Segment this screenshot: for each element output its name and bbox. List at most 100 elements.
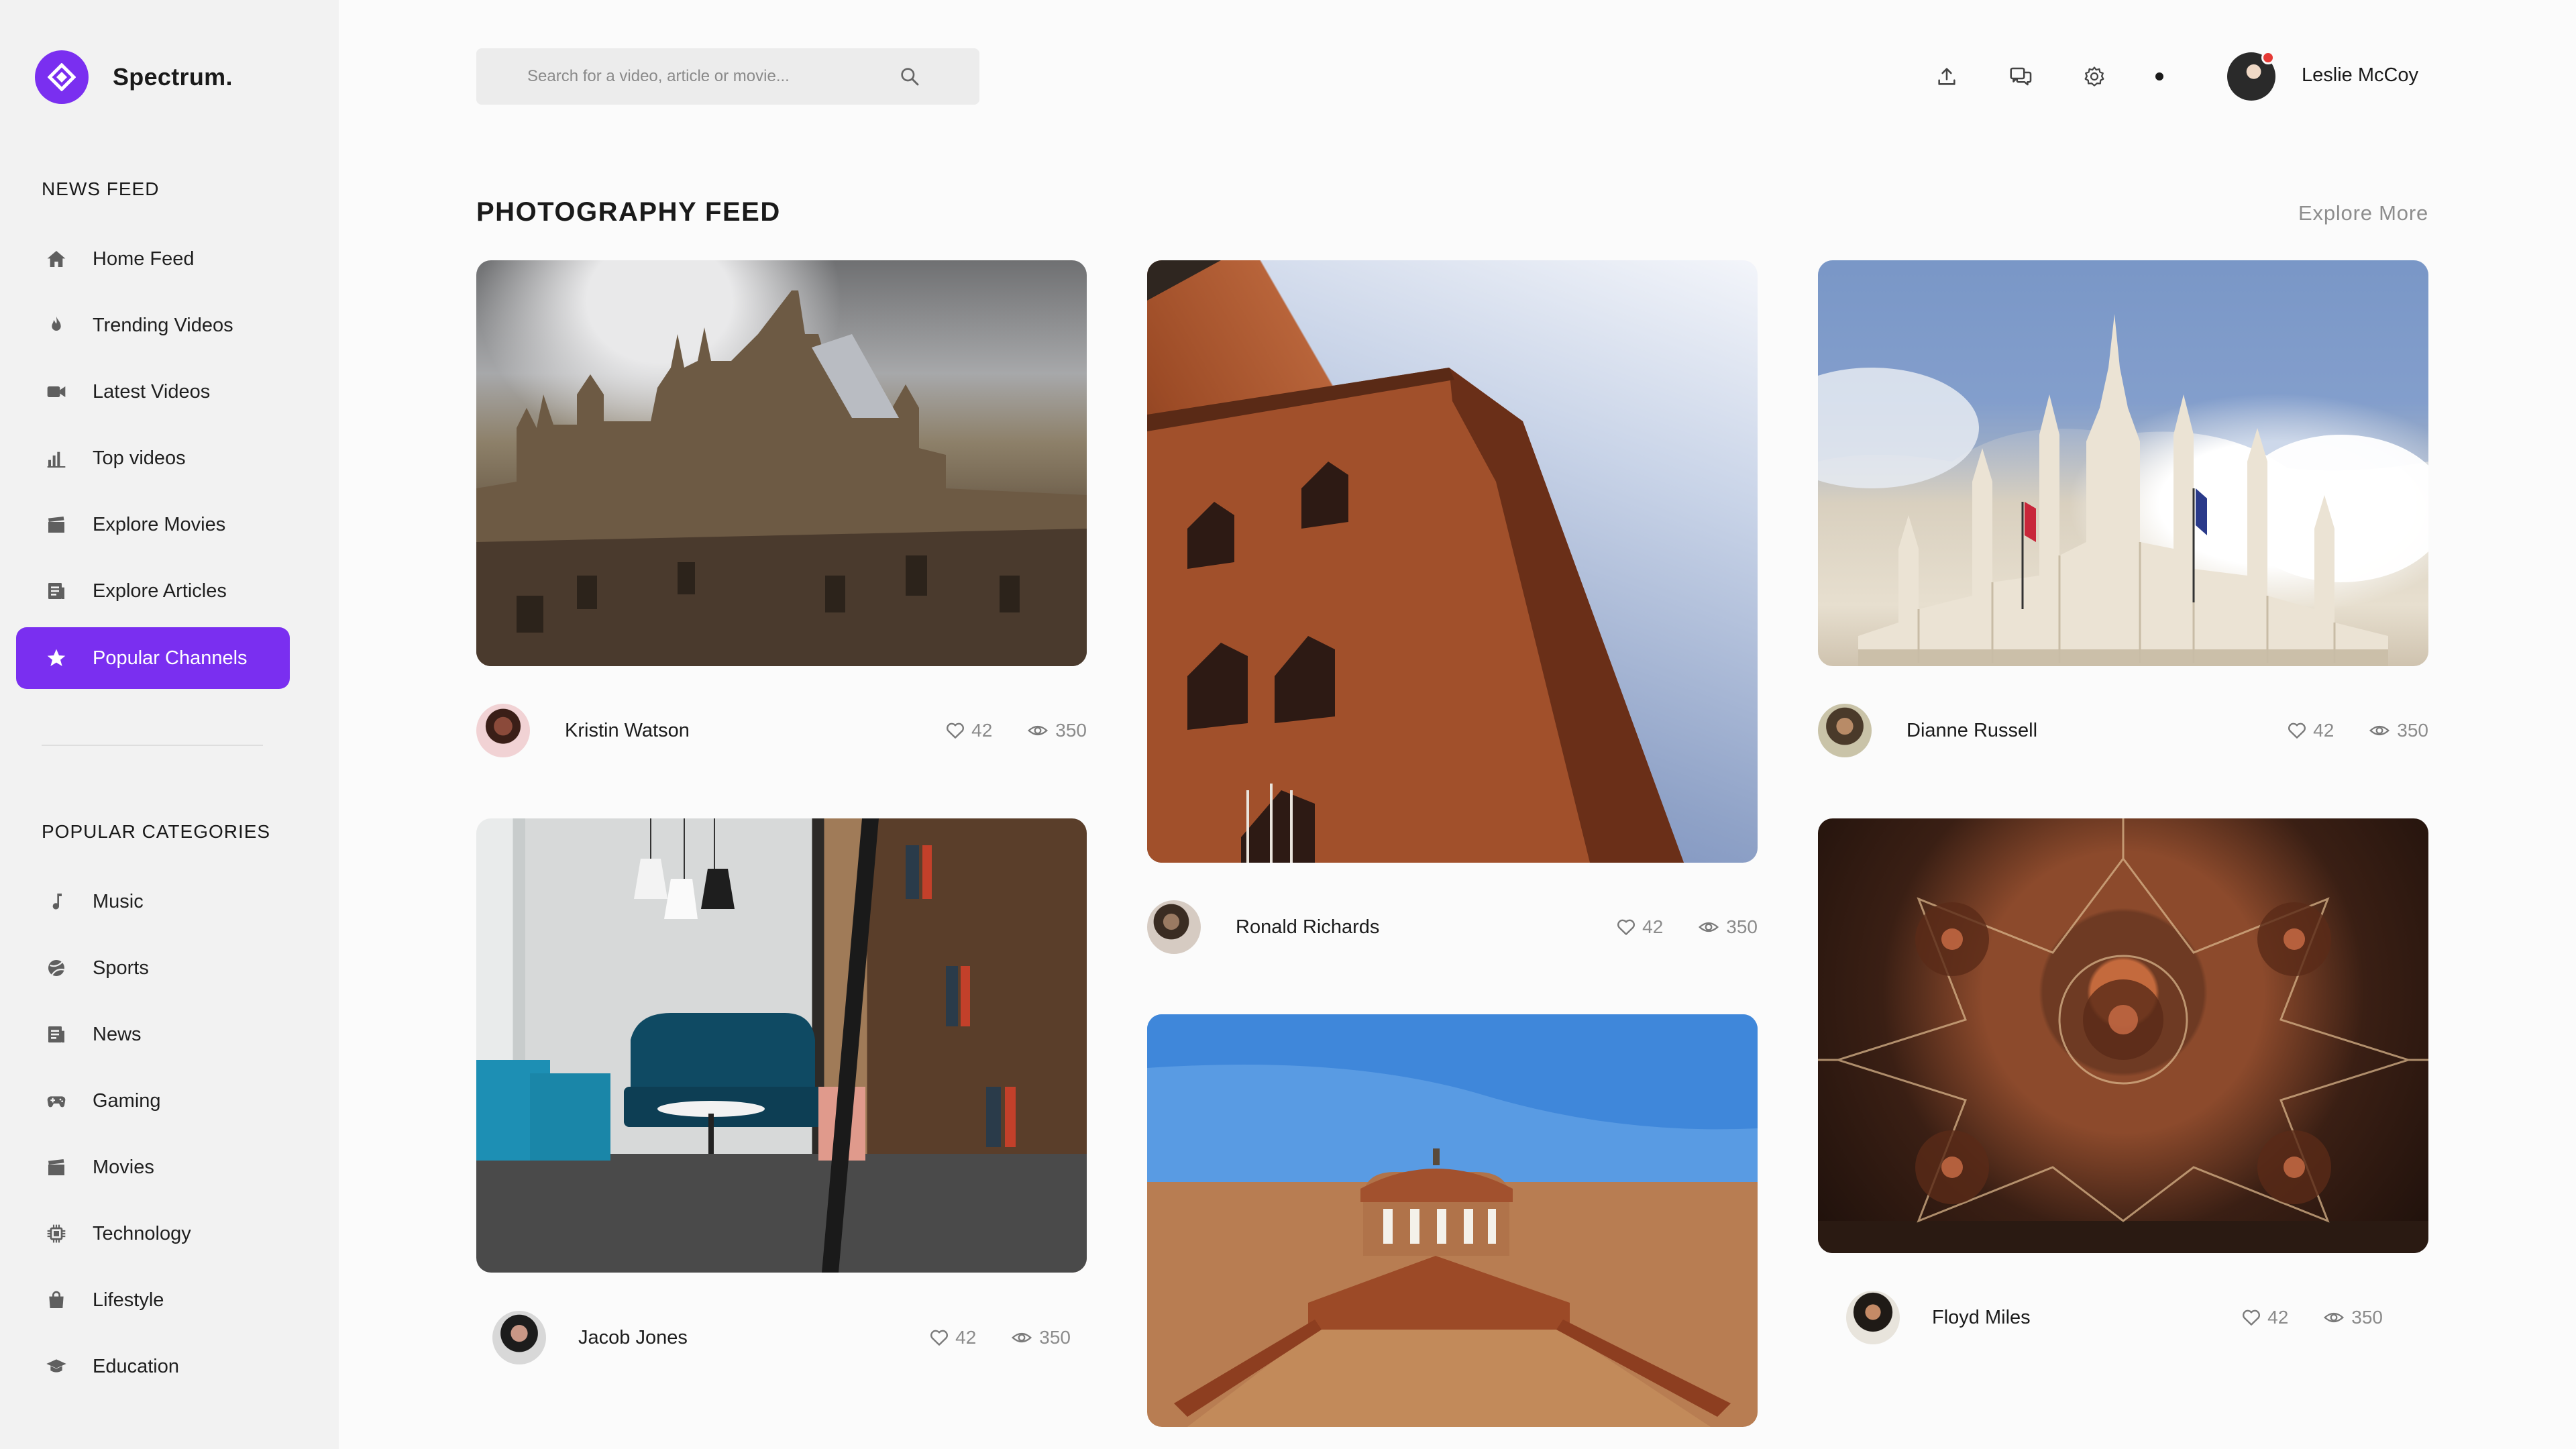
- eye-icon: [2369, 725, 2390, 736]
- author-name[interactable]: Kristin Watson: [565, 720, 690, 742]
- card-stats: 42 350: [1615, 916, 1758, 938]
- clapperboard-icon: [43, 511, 70, 538]
- views-stat: 350: [2367, 720, 2428, 741]
- likes-stat[interactable]: 42: [928, 1327, 976, 1348]
- page-title: PHOTOGRAPHY FEED: [476, 197, 781, 227]
- popular-categories-heading: POPULAR CATEGORIES: [42, 821, 271, 842]
- nav-item-label: Explore Articles: [93, 580, 227, 602]
- settings-icon[interactable]: [2078, 60, 2110, 93]
- search-icon[interactable]: [899, 66, 920, 91]
- gamepad-icon: [43, 1087, 70, 1114]
- sidebar: Spectrum. NEWS FEED Home Feed Trending V…: [0, 0, 339, 1449]
- author-avatar[interactable]: [476, 704, 530, 757]
- nav-item-top-videos[interactable]: Top videos: [16, 427, 290, 489]
- author-avatar[interactable]: [1846, 1291, 1900, 1344]
- feed-photo-brick-tower[interactable]: [1147, 260, 1758, 863]
- likes-stat[interactable]: 42: [2241, 1307, 2288, 1328]
- bar-chart-icon: [43, 445, 70, 472]
- nav-item-label: Popular Channels: [93, 647, 248, 669]
- nav-item-label: Technology: [93, 1222, 191, 1244]
- nav-item-label: Lifestyle: [93, 1289, 164, 1311]
- nav-item-label: Gaming: [93, 1089, 161, 1112]
- chat-icon[interactable]: [2004, 60, 2037, 93]
- explore-more-link[interactable]: Explore More: [2298, 201, 2428, 225]
- star-icon: [43, 645, 70, 672]
- newspaper-icon: [43, 1021, 70, 1048]
- card-meta: Dianne Russell 42 350: [1818, 704, 2428, 757]
- author-name[interactable]: Floyd Miles: [1932, 1307, 2031, 1329]
- nav-item-label: Latest Videos: [93, 380, 211, 402]
- likes-stat[interactable]: 42: [2286, 720, 2334, 741]
- card-stats: 42 350: [928, 1327, 1071, 1348]
- user-name[interactable]: Leslie McCoy: [2302, 64, 2418, 87]
- search-input[interactable]: [527, 67, 876, 86]
- feed-photo-library[interactable]: [476, 818, 1087, 1273]
- heart-icon: [2243, 1309, 2261, 1326]
- brand[interactable]: Spectrum.: [35, 50, 233, 104]
- feed-photo-mosaic-ceiling[interactable]: [1818, 818, 2428, 1253]
- brand-name: Spectrum.: [113, 63, 233, 91]
- nav-item-label: Explore Movies: [93, 513, 226, 535]
- spectrum-logo-icon: [35, 50, 89, 104]
- nav-item-label: Sports: [93, 957, 149, 979]
- eye-icon: [1028, 725, 1049, 736]
- flame-icon: [43, 312, 70, 339]
- sidebar-divider: [42, 745, 263, 746]
- eye-icon: [1012, 1332, 1032, 1343]
- views-stat: 350: [1010, 1327, 1071, 1348]
- nav-item-label: Trending Videos: [93, 314, 233, 336]
- heart-icon: [930, 1330, 949, 1346]
- category-item-movies[interactable]: Movies: [16, 1136, 290, 1198]
- music-note-icon: [43, 888, 70, 915]
- upload-icon[interactable]: [1931, 60, 1963, 93]
- views-stat: 350: [2322, 1307, 2383, 1328]
- news-feed-heading: NEWS FEED: [42, 178, 160, 199]
- graduation-cap-icon: [43, 1353, 70, 1380]
- category-item-lifestyle[interactable]: Lifestyle: [16, 1269, 290, 1331]
- more-dot-icon[interactable]: [2155, 72, 2163, 80]
- category-item-education[interactable]: Education: [16, 1336, 290, 1397]
- author-avatar[interactable]: [1147, 900, 1201, 954]
- category-item-music[interactable]: Music: [16, 871, 290, 932]
- shopping-bag-icon: [43, 1287, 70, 1313]
- nav-item-trending-videos[interactable]: Trending Videos: [16, 294, 290, 356]
- notification-badge: [2261, 51, 2275, 64]
- views-stat: 350: [1026, 720, 1087, 741]
- author-avatar[interactable]: [1818, 704, 1872, 757]
- author-avatar[interactable]: [492, 1311, 546, 1364]
- author-name[interactable]: Dianne Russell: [1907, 720, 2037, 742]
- category-item-news[interactable]: News: [16, 1004, 290, 1065]
- heart-icon: [1617, 919, 1635, 935]
- nav-item-home-feed[interactable]: Home Feed: [16, 228, 290, 290]
- feed-photo-white-cathedral[interactable]: [1818, 260, 2428, 666]
- nav-item-label: News: [93, 1023, 142, 1045]
- category-item-gaming[interactable]: Gaming: [16, 1070, 290, 1132]
- card-meta: Ronald Richards 42 350: [1147, 900, 1758, 954]
- author-name[interactable]: Ronald Richards: [1236, 916, 1379, 938]
- card-stats: 42 350: [2286, 720, 2428, 741]
- search-bar[interactable]: [476, 48, 979, 105]
- nav-item-label: Movies: [93, 1156, 154, 1178]
- views-stat: 350: [1697, 916, 1758, 938]
- ball-icon: [43, 955, 70, 981]
- nav-item-latest-videos[interactable]: Latest Videos: [16, 361, 290, 423]
- card-stats: 42 350: [2241, 1307, 2383, 1328]
- nav-item-explore-articles[interactable]: Explore Articles: [16, 560, 290, 622]
- nav-item-label: Education: [93, 1355, 179, 1377]
- author-name[interactable]: Jacob Jones: [578, 1327, 688, 1349]
- nav-item-popular-channels[interactable]: Popular Channels: [16, 627, 290, 689]
- eye-icon: [2324, 1312, 2345, 1323]
- nav-item-label: Music: [93, 890, 144, 912]
- nav-item-explore-movies[interactable]: Explore Movies: [16, 494, 290, 555]
- chip-icon: [43, 1220, 70, 1247]
- feed-photo-cathedral[interactable]: [476, 260, 1087, 666]
- category-item-sports[interactable]: Sports: [16, 937, 290, 999]
- card-meta: Jacob Jones 42 350: [476, 1311, 1087, 1364]
- category-item-technology[interactable]: Technology: [16, 1203, 290, 1265]
- likes-stat[interactable]: 42: [1615, 916, 1663, 938]
- clapperboard-icon: [43, 1154, 70, 1181]
- likes-stat[interactable]: 42: [945, 720, 992, 741]
- feed-photo-domed-church[interactable]: [1147, 1014, 1758, 1427]
- nav-item-label: Top videos: [93, 447, 186, 469]
- card-meta: Floyd Miles 42 350: [1818, 1291, 2428, 1344]
